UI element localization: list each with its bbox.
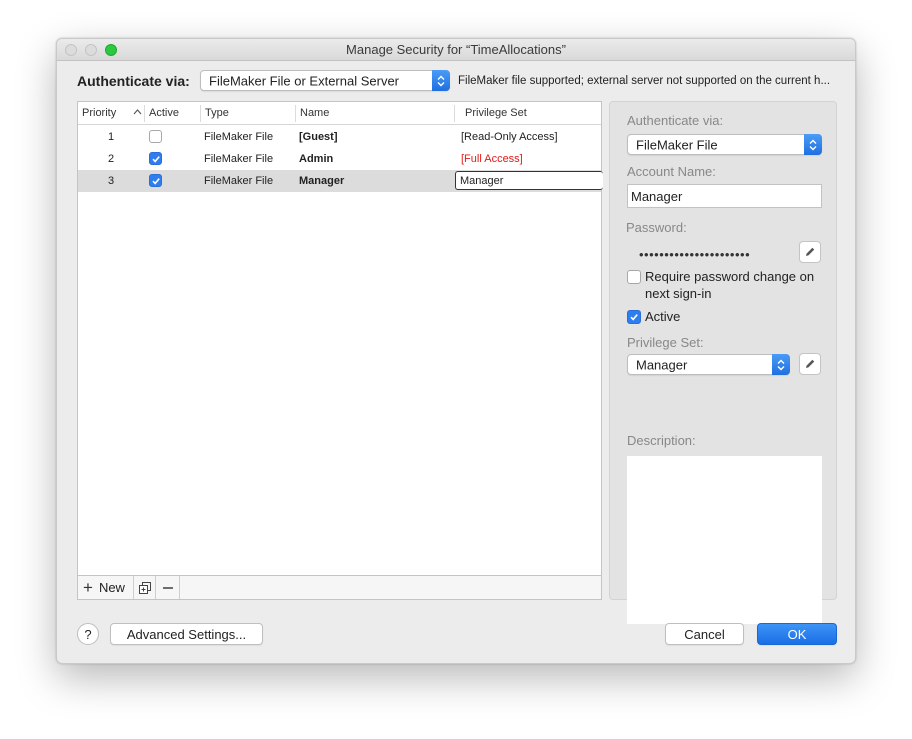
privilege-set-inline-editor[interactable]: Manager <box>455 171 603 190</box>
row-type: FileMaker File <box>204 131 274 143</box>
edit-privilege-set-button[interactable] <box>799 353 821 375</box>
authenticate-via-label: Authenticate via: <box>77 73 190 89</box>
privilege-set-label: Privilege Set: <box>627 335 704 350</box>
duplicate-icon <box>138 581 151 594</box>
column-privilege-set[interactable]: Privilege Set <box>465 107 527 119</box>
popup-chevron-icon <box>772 354 790 375</box>
authenticate-note: FileMaker file supported; external serve… <box>458 75 831 87</box>
minus-icon <box>162 586 173 589</box>
checkmark-icon <box>152 156 160 163</box>
cancel-button[interactable]: Cancel <box>665 623 744 645</box>
title-bar: Manage Security for “TimeAllocations” <box>57 39 855 61</box>
column-priority[interactable]: Priority <box>82 107 116 119</box>
row-type: FileMaker File <box>204 153 274 165</box>
row-priority: 2 <box>108 153 115 165</box>
column-divider <box>295 105 296 122</box>
description-label: Description: <box>627 433 696 448</box>
checkmark-icon <box>630 314 638 321</box>
details-auth-value: FileMaker File <box>636 137 718 152</box>
column-name[interactable]: Name <box>300 107 329 119</box>
new-account-label: New <box>98 580 125 595</box>
delete-account-button[interactable] <box>156 576 180 599</box>
row-privilege-set: [Read-Only Access] <box>461 131 558 143</box>
row-priority: 3 <box>108 175 115 187</box>
details-auth-label: Authenticate via: <box>627 113 724 128</box>
column-type[interactable]: Type <box>205 107 229 119</box>
account-name-label: Account Name: <box>627 164 716 179</box>
row-type: FileMaker File <box>204 175 274 187</box>
sort-ascending-icon <box>133 109 142 115</box>
account-name-value: Manager <box>631 189 683 204</box>
row-privilege-set: [Full Access] <box>461 153 523 165</box>
require-password-change-label: Require password change on next sign-in <box>645 269 815 301</box>
row-privilege-set: Manager <box>460 175 504 187</box>
pencil-icon <box>806 247 815 256</box>
active-checkbox[interactable] <box>627 310 641 324</box>
popup-chevron-icon <box>432 70 450 91</box>
checkmark-icon <box>152 178 160 185</box>
authenticate-via-popup[interactable]: FileMaker File or External Server <box>200 70 450 91</box>
row-name: Admin <box>299 153 334 165</box>
table-row-selected[interactable]: 3 FileMaker File Manager Manager <box>78 170 603 192</box>
active-label: Active <box>645 309 681 324</box>
dialog-window: Manage Security for “TimeAllocations” Au… <box>56 38 856 664</box>
row-priority: 1 <box>108 131 115 143</box>
row-name: Manager <box>299 175 345 187</box>
account-details-panel: Authenticate via: FileMaker File Account… <box>609 101 837 624</box>
column-divider <box>200 105 201 122</box>
table-row[interactable]: 2 FileMaker File Admin [Full Access] <box>78 148 601 170</box>
details-auth-popup[interactable]: FileMaker File <box>627 134 822 155</box>
column-active[interactable]: Active <box>149 107 179 119</box>
column-divider <box>144 105 145 122</box>
new-account-button[interactable]: + New <box>78 576 134 599</box>
edit-password-button[interactable] <box>799 241 821 263</box>
accounts-table: Priority Active Type Name Privilege Set … <box>77 101 603 600</box>
row-active-checkbox[interactable] <box>149 174 162 187</box>
row-active-checkbox[interactable] <box>149 130 162 143</box>
description-field[interactable] <box>627 456 822 624</box>
password-label: Password: <box>626 220 687 235</box>
table-header: Priority Active Type Name Privilege Set <box>78 102 601 125</box>
help-button[interactable]: ? <box>77 623 99 645</box>
password-mask: •••••••••••••••••••••• <box>639 247 751 262</box>
ok-button[interactable]: OK <box>757 623 837 645</box>
row-active-checkbox[interactable] <box>149 152 162 165</box>
table-row[interactable]: 1 FileMaker File [Guest] [Read-Only Acce… <box>78 126 601 148</box>
row-name: [Guest] <box>299 131 338 143</box>
advanced-settings-button[interactable]: Advanced Settings... <box>110 623 263 645</box>
pencil-icon <box>806 359 815 368</box>
privilege-set-value: Manager <box>636 357 688 372</box>
privilege-set-popup[interactable]: Manager <box>627 354 790 375</box>
account-name-field[interactable]: Manager <box>627 184 822 208</box>
popup-chevron-icon <box>804 134 822 155</box>
duplicate-account-button[interactable] <box>134 576 156 599</box>
table-footer: + New <box>78 575 601 599</box>
plus-icon: + <box>83 578 93 597</box>
require-password-change-checkbox[interactable] <box>627 270 641 284</box>
authenticate-via-value: FileMaker File or External Server <box>209 73 399 88</box>
window-title: Manage Security for “TimeAllocations” <box>346 42 566 57</box>
column-divider <box>454 105 455 122</box>
